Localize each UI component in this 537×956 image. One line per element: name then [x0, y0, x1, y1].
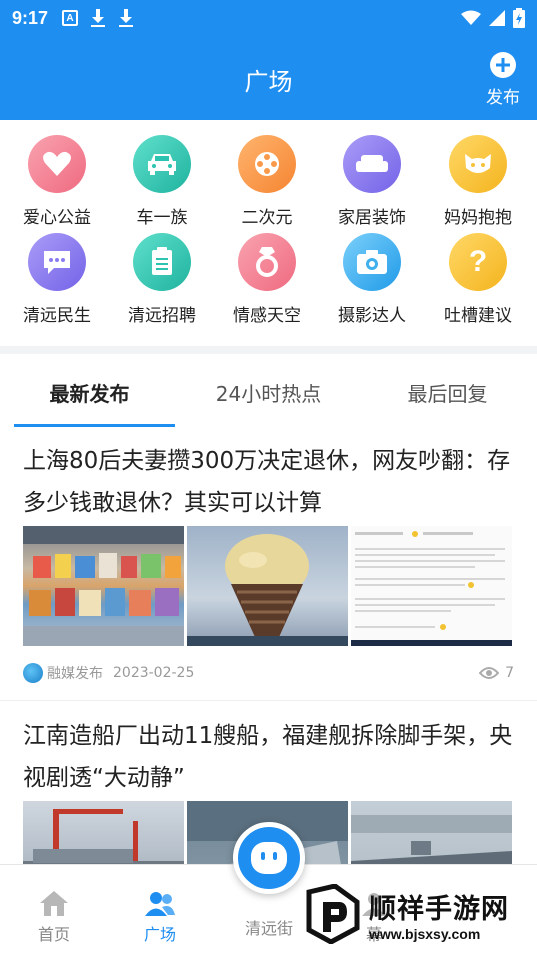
category-label: 清远民生 [23, 306, 91, 326]
category-label: 情感天空 [233, 306, 301, 326]
view-count: 7 [505, 665, 514, 681]
category-item-anime[interactable]: 二次元 [215, 135, 319, 228]
category-label: 爱心公益 [23, 208, 91, 228]
home-icon [40, 891, 68, 916]
category-item-mama[interactable]: 妈妈抱抱 [426, 135, 530, 228]
category-label: 摄影达人 [338, 306, 406, 326]
thumbnail-image [187, 526, 348, 646]
sofa-icon [343, 135, 401, 193]
download-icon [90, 9, 106, 27]
article-date: 2023-02-25 [113, 665, 195, 681]
article-views: 7 [479, 665, 514, 681]
chat-bubble-icon [28, 233, 86, 291]
people-icon [145, 892, 175, 916]
article-title: 上海80后夫妻攒300万决定退休，网友吵翻：存多少钱敢退休？其实可以计算 [23, 448, 511, 516]
publish-button[interactable]: 发布 [483, 52, 523, 108]
thumbnail-image [23, 801, 184, 864]
app-bar: 广场 发布 [0, 36, 537, 120]
feed: 最新发布 24小时热点 最后回复 上海80后夫妻攒300万决定退休，网友吵翻：存… [0, 354, 537, 864]
watermark: 顺祥手游网 www.bjsxsy.com [305, 876, 533, 952]
category-label: 清远招聘 [128, 306, 196, 326]
nav-square[interactable]: 广场 [120, 887, 200, 945]
category-label: 二次元 [241, 208, 293, 228]
battery-icon [513, 8, 525, 28]
robot-face-icon [251, 842, 287, 874]
publish-label: 发布 [486, 88, 520, 108]
film-reel-icon [238, 135, 296, 193]
thumbnail-image [351, 801, 512, 864]
category-label: 家居装饰 [338, 208, 406, 228]
category-label: 吐槽建议 [444, 306, 512, 326]
watermark-logo-icon [306, 884, 360, 944]
page-title: 广场 [244, 68, 293, 96]
category-item-tucao[interactable]: ? 吐槽建议 [426, 233, 530, 326]
car-icon [133, 135, 191, 193]
question-icon: ? [449, 233, 507, 291]
download-icon-2 [118, 9, 134, 27]
signal-icon [489, 10, 505, 26]
source-logo-icon [23, 663, 43, 683]
category-item-qinggan[interactable]: 情感天空 [215, 233, 319, 326]
article-card[interactable]: 上海80后夫妻攒300万决定退休，网友吵翻：存多少钱敢退休？其实可以计算 融媒发… [0, 440, 537, 700]
center-action-button[interactable] [233, 822, 305, 894]
camera-icon [343, 233, 401, 291]
clipboard-icon [133, 233, 191, 291]
tab-latest[interactable]: 最新发布 [0, 354, 179, 426]
thumbnail-image [351, 526, 512, 646]
category-item-car[interactable]: 车一族 [110, 135, 214, 228]
status-bar: 9:17 A [0, 0, 537, 36]
watermark-name: 顺祥手游网 [369, 893, 509, 925]
tab-indicator [14, 424, 175, 427]
divider [0, 700, 537, 701]
article-title: 江南造船厂出动11艘船，福建舰拆除脚手架，央视剧透“大动静” [23, 723, 513, 791]
category-label: 妈妈抱抱 [444, 208, 512, 228]
plus-icon [490, 52, 516, 78]
article-thumbnails [23, 526, 514, 646]
category-item-home[interactable]: 家居装饰 [320, 135, 424, 228]
tab-last-reply[interactable]: 最后回复 [358, 354, 537, 426]
category-label: 车一族 [136, 208, 188, 228]
article-source: 融媒发布 [47, 666, 103, 682]
category-grid: 爱心公益 车一族 二次元 家居装饰 妈妈抱抱 清远民生 清远招聘 情感天空 摄影… [0, 120, 537, 346]
nav-label: 首页 [37, 925, 70, 944]
wifi-icon [461, 10, 481, 25]
article-meta: 融媒发布 2023-02-25 7 [23, 646, 514, 700]
category-item-zhaopin[interactable]: 清远招聘 [110, 233, 214, 326]
nav-label: 清远街 [244, 919, 293, 938]
thumbnail-image [23, 526, 184, 646]
watermark-url: www.bjsxsy.com [369, 925, 481, 942]
category-item-minsheng[interactable]: 清远民生 [5, 233, 109, 326]
nav-street[interactable]: 清远街 [229, 915, 309, 939]
nav-home[interactable]: 首页 [14, 887, 94, 945]
feed-tabs: 最新发布 24小时热点 最后回复 [0, 354, 537, 427]
tab-hot-24h[interactable]: 24小时热点 [179, 354, 358, 426]
status-time: 9:17 [12, 7, 49, 28]
category-item-aixin[interactable]: 爱心公益 [5, 135, 109, 228]
category-item-sheying[interactable]: 摄影达人 [320, 233, 424, 326]
nav-label: 广场 [143, 925, 176, 944]
keyboard-a-icon: A [62, 10, 79, 26]
eye-icon [479, 667, 500, 679]
heart-icon [28, 135, 86, 193]
ring-icon [238, 233, 296, 291]
cat-face-icon [449, 135, 507, 193]
